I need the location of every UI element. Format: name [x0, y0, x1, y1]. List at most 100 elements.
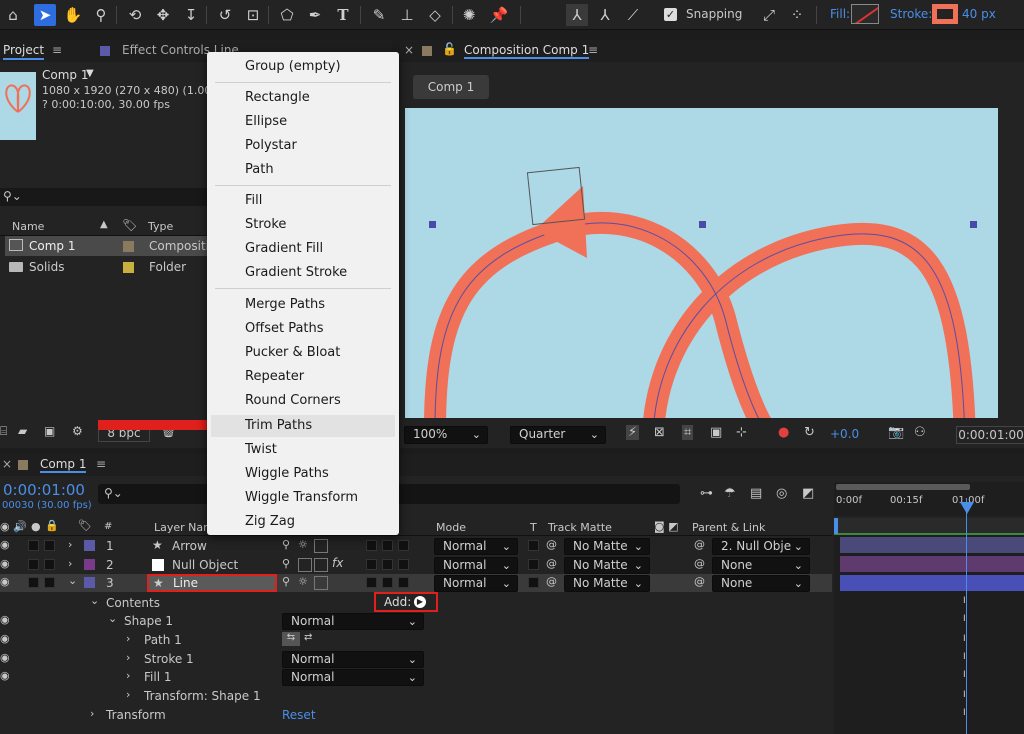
track-matte-dropdown[interactable]: No Matte ⌄ [564, 575, 650, 592]
label-color-chip[interactable] [123, 262, 134, 273]
menu-item-pucker-bloat[interactable]: Pucker & Bloat [245, 342, 395, 364]
menu-item-zig-zag[interactable]: Zig Zag [245, 511, 395, 533]
layer-label-color[interactable] [84, 577, 95, 588]
frame-blending-icon[interactable]: ▤ [750, 486, 762, 501]
stroke-width-value[interactable]: 40 px [962, 7, 996, 21]
tab-project[interactable]: Project [3, 43, 45, 60]
layer-name[interactable]: Null Object [172, 558, 238, 572]
eye-icon[interactable]: ◉ [0, 575, 10, 588]
snap-edges-icon[interactable]: ⤢ [758, 4, 780, 26]
alpha-matte-icon[interactable]: @ [546, 538, 557, 551]
quality-switch-icon[interactable] [314, 539, 328, 553]
stroke-row[interactable]: ◉ › Stroke 1 Normal ⌄ [0, 650, 832, 668]
menu-item-path[interactable]: Path [245, 159, 395, 181]
menu-item-wiggle-paths[interactable]: Wiggle Paths [245, 463, 395, 485]
layer-row[interactable]: ◉ › 2 Null Object ⚲ fx Normal ⌄ @ No Matt… [0, 556, 832, 574]
viewer-timecode[interactable]: 0:00:01:00 [956, 426, 1024, 444]
collapse-chevron-icon[interactable]: ⌄ [90, 594, 99, 607]
stroke-blend-mode-dropdown[interactable]: Normal ⌄ [282, 651, 424, 668]
layer-label-color[interactable] [84, 540, 95, 551]
new-folder-icon[interactable]: ▰ [18, 424, 27, 438]
comp-name-label[interactable]: Comp 1 [42, 68, 88, 82]
interpret-footage-icon[interactable]: ⌸ [0, 424, 7, 439]
col-parent-link[interactable]: Parent & Link [692, 521, 765, 534]
rotate-tool-icon[interactable]: ↺ [214, 4, 236, 26]
comp-breadcrumb[interactable]: Comp 1 [413, 75, 489, 99]
expand-chevron-icon[interactable]: › [126, 632, 130, 645]
show-snapshot-icon[interactable]: ⚇ [914, 425, 926, 440]
work-area-bar[interactable] [836, 484, 970, 490]
menu-item-round-corners[interactable]: Round Corners [245, 390, 395, 412]
pen-tool-icon[interactable]: ✒ [304, 4, 326, 26]
menu-item-gradient-fill[interactable]: Gradient Fill [245, 238, 395, 260]
exposure-value[interactable]: +0.0 [830, 427, 859, 441]
menu-item-wiggle-transform[interactable]: Wiggle Transform [245, 487, 395, 509]
new-composition-icon[interactable]: ▣ [44, 424, 55, 438]
quality-switch-icon[interactable] [314, 576, 328, 590]
snapping-checkbox[interactable]: ✓ [664, 8, 677, 21]
fill-row[interactable]: ◉ › Fill 1 Normal ⌄ [0, 668, 832, 686]
transform-shape-label[interactable]: Transform: Shape 1 [144, 689, 261, 703]
layer-mode-dropdown[interactable]: Normal ⌄ [434, 575, 518, 592]
col-name[interactable]: Name [12, 220, 44, 233]
parent-dropdown[interactable]: 2. Null Obje ⌄ [712, 538, 810, 555]
snapshot-icon[interactable]: 📷 [888, 425, 904, 440]
time-ruler[interactable]: 0:00f 00:15f 01:00f [834, 482, 1024, 516]
collapse-chevron-icon[interactable]: ⌄ [68, 574, 77, 587]
expand-chevron-icon[interactable]: › [126, 669, 130, 682]
motion-blur-icon[interactable]: ◎ [776, 486, 787, 501]
work-area-start[interactable] [834, 518, 838, 534]
contents-group-row[interactable]: ⌄ Contents Add: ▶ [0, 592, 832, 612]
tab-composition[interactable]: Composition Comp 1 [464, 43, 590, 59]
close-icon[interactable]: × [404, 43, 414, 57]
path-label[interactable]: Path 1 [144, 633, 182, 647]
magnification-dropdown[interactable]: 100% ⌄ [404, 426, 488, 444]
fx-icon[interactable]: fx [332, 556, 343, 570]
menu-item-rectangle[interactable]: Rectangle [245, 87, 395, 109]
region-of-interest-icon[interactable]: ⌗ [682, 425, 694, 440]
alpha-matte-icon[interactable]: @ [546, 557, 557, 570]
project-settings-icon[interactable]: ⚙ [72, 424, 83, 438]
playhead-handle-icon[interactable] [960, 502, 974, 514]
expand-chevron-icon[interactable]: › [126, 651, 130, 664]
puppet-pin-icon[interactable]: 📌 [488, 4, 510, 26]
quality-switch-icon[interactable] [314, 558, 328, 572]
panel-menu-icon[interactable]: ≡ [52, 43, 62, 57]
shape-group-label[interactable]: Shape 1 [124, 614, 173, 628]
expand-chevron-icon[interactable]: › [68, 538, 72, 551]
menu-item-repeater[interactable]: Repeater [245, 366, 395, 388]
menu-item-merge-paths[interactable]: Merge Paths [245, 294, 395, 316]
transparency-grid-icon[interactable]: ⊠ [654, 425, 665, 440]
shape-blend-mode-dropdown[interactable]: Normal ⌄ [282, 613, 424, 630]
axis-view-icon[interactable]: ⟋ [622, 4, 644, 26]
anchor-point-tool-icon[interactable]: ⊡ [242, 4, 264, 26]
reset-exposure-icon[interactable]: ↻ [804, 425, 815, 440]
collapse-transform-icon[interactable] [298, 558, 312, 572]
transform-shape-row[interactable]: › Transform: Shape 1 [0, 687, 832, 705]
resolution-dropdown[interactable]: Quarter ⌄ [510, 426, 606, 444]
tab-timeline-comp[interactable]: Comp 1 [40, 457, 87, 473]
solo-icon[interactable]: ● [31, 520, 41, 533]
layer-name[interactable]: Line [173, 576, 198, 590]
col-t[interactable]: T [530, 521, 537, 534]
clone-stamp-icon[interactable]: ⊥ [396, 4, 418, 26]
layer-duration-bar[interactable] [840, 537, 1024, 553]
expand-chevron-icon[interactable]: › [90, 707, 94, 720]
lock-icon[interactable]: 🔓 [442, 42, 457, 56]
eye-icon[interactable]: ◉ [0, 613, 10, 626]
transform-row[interactable]: › Transform Reset [0, 706, 832, 724]
col-mode[interactable]: Mode [436, 521, 466, 534]
menu-item-gradient-stroke[interactable]: Gradient Stroke [245, 262, 395, 284]
track-matte-dropdown[interactable]: No Matte ⌄ [564, 538, 650, 555]
draft-3d-icon[interactable]: ☂ [724, 486, 736, 501]
layer-duration-bar[interactable] [840, 575, 1024, 591]
menu-item-twist[interactable]: Twist [245, 439, 395, 461]
menu-item-ellipse[interactable]: Ellipse [245, 111, 395, 133]
eye-icon[interactable]: ◉ [0, 557, 10, 570]
menu-item-offset-paths[interactable]: Offset Paths [245, 318, 395, 340]
reset-link[interactable]: Reset [282, 708, 316, 722]
fill-swatch[interactable] [851, 4, 879, 24]
pan-camera-icon[interactable]: ✥ [152, 4, 174, 26]
layer-mode-dropdown[interactable]: Normal ⌄ [434, 538, 518, 555]
orbit-camera-icon[interactable]: ⟲ [124, 4, 146, 26]
